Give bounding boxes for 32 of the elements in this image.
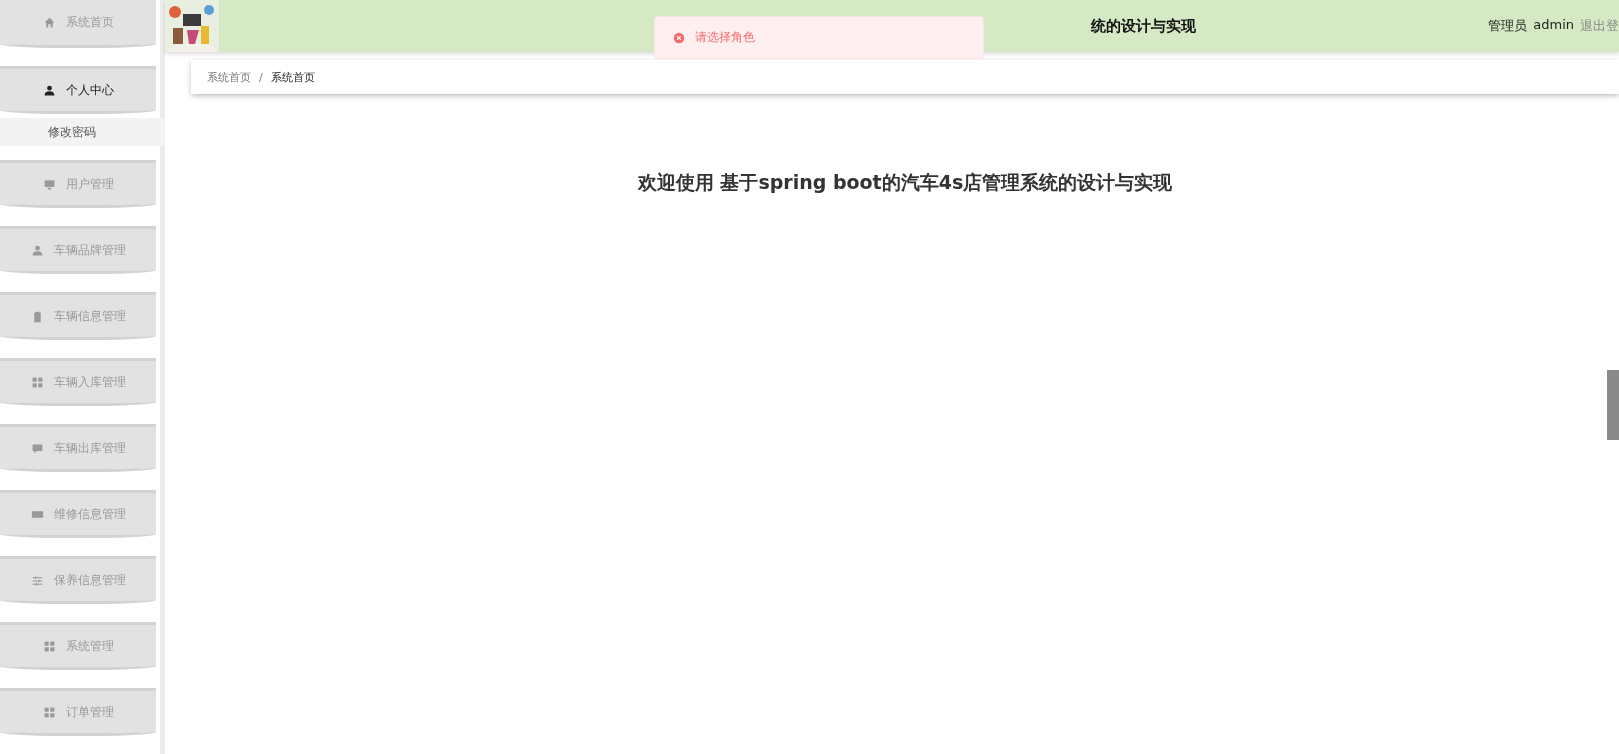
sidebar-item[interactable]: 车辆入库管理	[0, 358, 156, 406]
error-icon	[673, 31, 685, 44]
grid-icon	[42, 705, 56, 719]
grid-icon	[30, 375, 44, 389]
scrollbar-thumb[interactable]	[1607, 370, 1619, 440]
breadcrumb-item[interactable]: 系统首页	[270, 69, 315, 85]
app-title: 统的设计与实现	[1090, 16, 1197, 36]
sidebar-item[interactable]: 车辆信息管理	[0, 292, 156, 340]
user-icon	[30, 243, 44, 257]
sidebar-item[interactable]: 车辆品牌管理	[0, 226, 156, 274]
home-icon	[42, 16, 56, 29]
sidebar-item[interactable]: 系统管理	[0, 622, 156, 670]
sidebar-item[interactable]: 订单管理	[0, 688, 156, 736]
sidebar-item[interactable]: 维修信息管理	[0, 490, 156, 538]
sidebar-item[interactable]: 用户管理	[0, 160, 156, 208]
chat-icon	[30, 441, 44, 455]
user-icon	[42, 83, 56, 97]
breadcrumb-separator: /	[259, 70, 263, 84]
sidebar-item[interactable]: 车辆出库管理	[0, 424, 156, 472]
sliders-icon	[30, 573, 44, 587]
user-name: admin	[1533, 17, 1574, 34]
breadcrumb-item[interactable]: 系统首页	[207, 69, 251, 85]
sidebar-item[interactable]: 个人中心	[0, 66, 156, 114]
sidebar-item[interactable]: 保养信息管理	[0, 556, 156, 604]
grid-icon	[42, 639, 56, 653]
user-role: 管理员	[1488, 17, 1528, 35]
sidebar-item[interactable]: 系统首页	[0, 0, 156, 48]
submenu-item[interactable]: 修改密码	[0, 118, 165, 146]
toast-message: 请选择角色	[695, 29, 755, 46]
welcome-heading: 欢迎使用 基于spring boot的汽车4s店管理系统的设计与实现	[636, 170, 1174, 195]
logout-link[interactable]: 退出登	[1580, 17, 1619, 35]
monitor-icon	[42, 177, 56, 191]
